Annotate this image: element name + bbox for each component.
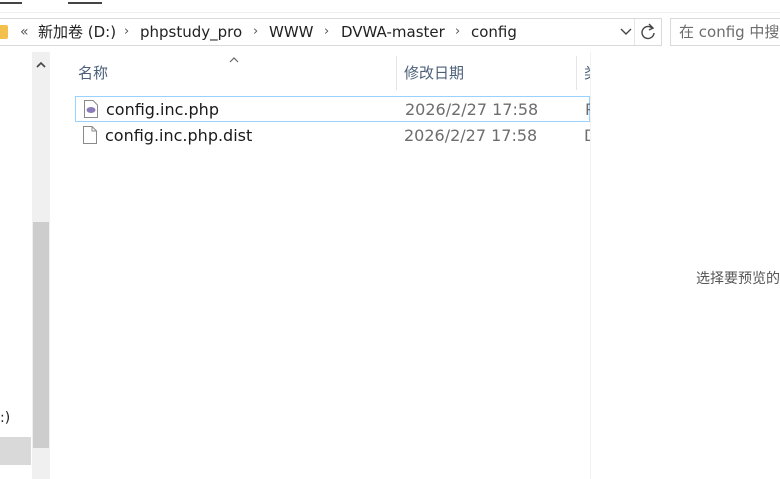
file-date-modified: 2026/2/27 17:58	[405, 100, 539, 119]
column-header-name[interactable]: 名称	[78, 62, 108, 83]
file-name[interactable]: config.inc.php.dist	[105, 126, 252, 145]
nav-item-selected[interactable]	[0, 437, 31, 465]
preview-message: 选择要预览的	[696, 271, 780, 287]
chevron-down-icon[interactable]	[618, 23, 634, 39]
search-box[interactable]	[670, 18, 780, 46]
breadcrumb-separator-icon[interactable]: ›	[455, 23, 460, 41]
breadcrumb-dvwa-master[interactable]: DVWA-master	[341, 23, 445, 41]
column-divider[interactable]	[396, 56, 397, 90]
breadcrumb-phpstudy[interactable]: phpstudy_pro	[140, 23, 242, 41]
column-header-date-modified[interactable]: 修改日期	[404, 62, 464, 83]
sort-ascending-icon	[226, 52, 242, 64]
breadcrumb-config[interactable]: config	[471, 23, 517, 41]
refresh-button[interactable]	[634, 19, 661, 45]
overflow-chevron-icon[interactable]: «	[20, 23, 29, 41]
file-row[interactable]: config.inc.php 2026/2/27 17:58 P	[75, 96, 591, 122]
file-name[interactable]: config.inc.php	[106, 100, 219, 119]
blank-file-icon	[83, 126, 97, 144]
column-divider[interactable]	[576, 56, 577, 90]
refresh-icon	[640, 23, 656, 45]
ribbon-fragment-left	[0, 0, 22, 4]
file-date-modified: 2026/2/27 17:58	[404, 126, 538, 145]
breadcrumb-separator-icon[interactable]: ›	[253, 23, 258, 41]
nav-scrollbar-thumb[interactable]	[33, 222, 49, 448]
ribbon-fragment-mid	[68, 0, 102, 4]
folder-icon	[0, 25, 8, 39]
file-row[interactable]: config.inc.php.dist 2026/2/27 17:58 D	[75, 123, 590, 149]
breadcrumb-www[interactable]: WWW	[269, 23, 314, 41]
breadcrumb-separator-icon[interactable]: ›	[324, 23, 329, 41]
search-input[interactable]	[679, 20, 780, 44]
preview-pane-divider[interactable]	[590, 52, 591, 479]
breadcrumb-drive[interactable]: 新加卷 (D:)	[38, 23, 116, 41]
scroll-up-icon[interactable]	[32, 56, 50, 74]
ribbon-fragment	[0, 0, 780, 13]
address-bar[interactable]: « 新加卷 (D:) › phpstudy_pro › WWW › DVWA-m…	[0, 18, 662, 46]
nav-item-label[interactable]: :)	[0, 410, 10, 426]
breadcrumb-separator-icon[interactable]: ›	[124, 23, 129, 41]
php-file-icon	[84, 100, 98, 118]
